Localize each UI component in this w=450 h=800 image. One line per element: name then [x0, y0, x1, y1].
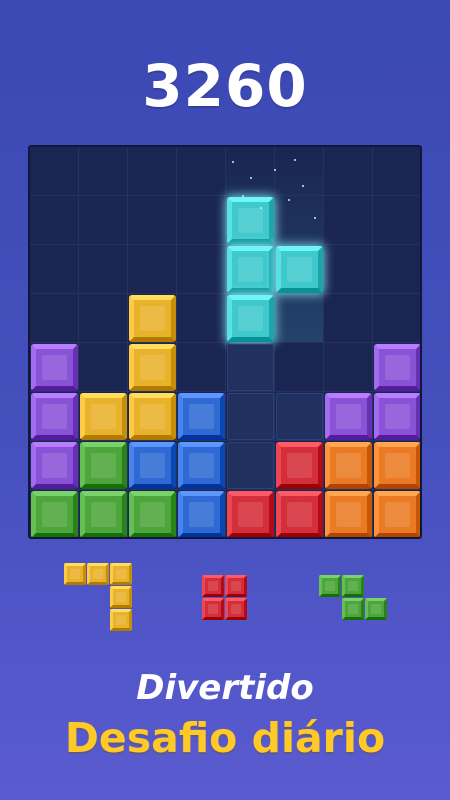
sparkle	[232, 161, 234, 163]
grid-cell	[30, 196, 79, 245]
piece-block	[202, 598, 224, 620]
grid-cell	[128, 147, 177, 196]
purple-block	[374, 344, 420, 391]
piece-block	[87, 563, 109, 585]
piece-block	[110, 563, 132, 585]
grid-cell	[373, 196, 420, 245]
grid-cell	[177, 294, 226, 343]
grid-cell	[275, 147, 324, 196]
orange-block	[325, 442, 372, 489]
grid-cell	[324, 147, 373, 196]
piece-block	[365, 598, 387, 620]
subheadline: Desafio diário	[64, 714, 386, 762]
grid-cell	[324, 343, 373, 392]
grid-cell	[275, 196, 324, 245]
piece-block	[110, 586, 132, 608]
piece-block	[319, 575, 341, 597]
grid-cell	[177, 245, 226, 294]
red-block	[276, 491, 323, 537]
sparkle	[288, 199, 290, 201]
active-piece-block[interactable]	[227, 246, 274, 293]
purple-block	[31, 442, 78, 489]
piece-block	[202, 575, 224, 597]
sparkle	[302, 185, 304, 187]
sparkle	[260, 207, 262, 209]
sparkle	[294, 159, 296, 161]
piece-block	[225, 598, 247, 620]
orange-block	[374, 491, 420, 537]
purple-block	[374, 393, 420, 440]
purple-block	[325, 393, 372, 440]
yellow-block	[129, 344, 176, 391]
grid-cell	[226, 147, 275, 196]
yellow-block	[129, 393, 176, 440]
active-piece-block[interactable]	[276, 246, 323, 293]
grid-cell	[79, 245, 128, 294]
yellow-block	[129, 295, 176, 342]
green-block	[31, 491, 78, 537]
grid-cell	[79, 196, 128, 245]
grid-cell	[30, 294, 79, 343]
ghost-drop-cell	[227, 442, 274, 489]
grid-cell	[177, 147, 226, 196]
piece-block	[64, 563, 86, 585]
grid-cell	[275, 343, 324, 392]
red-block	[227, 491, 274, 537]
headline: Divertido	[136, 668, 314, 708]
game-board[interactable]	[28, 145, 422, 539]
grid-cell	[30, 245, 79, 294]
yellow-block	[80, 393, 127, 440]
sparkle	[250, 177, 252, 179]
blue-block	[178, 393, 225, 440]
piece-block	[342, 575, 364, 597]
piece-block	[110, 609, 132, 631]
grid-cell	[128, 245, 177, 294]
orange-block	[374, 442, 420, 489]
grid-cell	[177, 343, 226, 392]
ghost-drop-cell	[276, 393, 323, 440]
active-piece-block[interactable]	[227, 197, 274, 244]
grid-cell	[324, 196, 373, 245]
ghost-drop-cell	[227, 393, 274, 440]
green-block	[129, 491, 176, 537]
grid-cell	[79, 147, 128, 196]
purple-block	[31, 344, 78, 391]
piece-block	[225, 575, 247, 597]
score-display: 3260	[142, 52, 308, 120]
grid-cell	[373, 245, 420, 294]
green-block	[80, 491, 127, 537]
grid-cell	[30, 147, 79, 196]
piece-block	[342, 598, 364, 620]
sparkle	[242, 195, 244, 197]
grid-cell	[128, 196, 177, 245]
ghost-drop-cell	[227, 344, 274, 391]
grid-cell	[79, 343, 128, 392]
grid-cell	[177, 196, 226, 245]
green-block	[80, 442, 127, 489]
purple-block	[31, 393, 78, 440]
sparkle	[274, 169, 276, 171]
blue-block	[178, 442, 225, 489]
grid-cell	[373, 147, 420, 196]
orange-block	[325, 491, 372, 537]
sparkle	[314, 217, 316, 219]
blue-block	[178, 491, 225, 537]
grid-cell	[324, 245, 373, 294]
active-piece-block[interactable]	[227, 295, 274, 342]
grid-cell	[373, 294, 420, 343]
grid-cell	[79, 294, 128, 343]
grid-cell	[324, 294, 373, 343]
blue-block	[129, 442, 176, 489]
grid-cell	[275, 294, 324, 343]
red-block	[276, 442, 323, 489]
